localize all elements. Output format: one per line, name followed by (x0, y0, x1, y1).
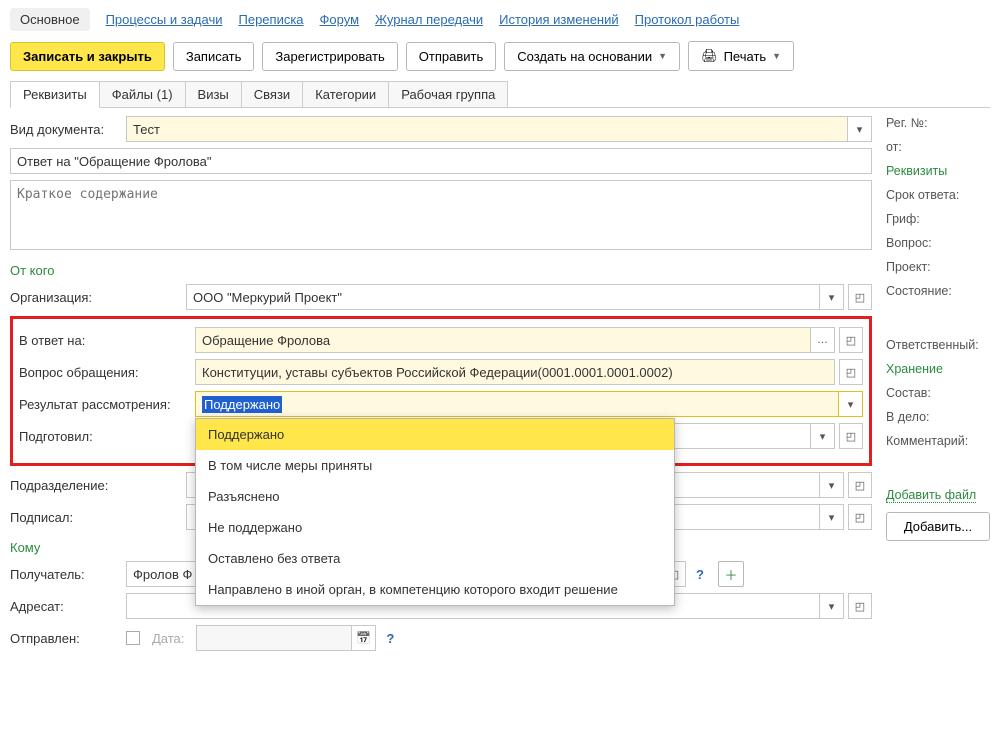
side-comment: Комментарий: (886, 434, 990, 448)
recipient-label: Получатель: (10, 567, 120, 582)
tab-categories[interactable]: Категории (302, 81, 389, 107)
question-label: Вопрос обращения: (19, 365, 189, 380)
side-grif: Гриф: (886, 212, 990, 226)
prepared-label: Подготовил: (19, 429, 189, 444)
nav-forum[interactable]: Форум (320, 12, 360, 27)
recipient-add-button[interactable]: ＋ (718, 561, 744, 587)
result-dropdown-icon[interactable]: ▾ (839, 391, 863, 417)
side-state: Состояние: (886, 284, 990, 298)
doc-type-label: Вид документа: (10, 122, 120, 137)
dropdown-option[interactable]: Поддержано (196, 419, 674, 450)
dropdown-option[interactable]: Оставлено без ответа (196, 543, 674, 574)
chevron-down-icon: ▼ (658, 51, 667, 61)
create-based-button[interactable]: Создать на основании▼ (504, 42, 680, 71)
tabs: Реквизиты Файлы (1) Визы Связи Категории… (10, 81, 990, 108)
nav-processes[interactable]: Процессы и задачи (106, 12, 223, 27)
reply-to-ellipsis-icon[interactable]: … (811, 327, 835, 353)
from-section-title: От кого (10, 263, 872, 278)
addressee-label: Адресат: (10, 599, 120, 614)
toolbar: Записать и закрыть Записать Зарегистриро… (10, 41, 990, 71)
summary-textarea[interactable] (10, 180, 872, 250)
side-reg-no: Рег. №: (886, 116, 990, 130)
save-close-button[interactable]: Записать и закрыть (10, 42, 165, 71)
side-responsible: Ответственный: (886, 338, 990, 352)
nav-correspondence[interactable]: Переписка (239, 12, 304, 27)
addressee-dropdown-icon[interactable]: ▾ (820, 593, 844, 619)
signed-label: Подписал: (10, 510, 180, 525)
dropdown-option[interactable]: Разъяснено (196, 481, 674, 512)
top-nav: Основное Процессы и задачи Переписка Фор… (10, 8, 990, 31)
tab-details[interactable]: Реквизиты (10, 81, 100, 108)
date-label: Дата: (152, 631, 184, 646)
reply-to-input[interactable]: Обращение Фролова (195, 327, 811, 353)
org-label: Организация: (10, 290, 180, 305)
doc-type-input[interactable]: Тест (126, 116, 848, 142)
tab-links[interactable]: Связи (241, 81, 303, 107)
department-open-icon[interactable]: ◰ (848, 472, 872, 498)
send-button[interactable]: Отправить (406, 42, 496, 71)
org-dropdown-icon[interactable]: ▾ (820, 284, 844, 310)
register-button[interactable]: Зарегистрировать (262, 42, 397, 71)
side-from: от: (886, 140, 990, 154)
title-input[interactable]: Ответ на "Обращение Фролова" (10, 148, 872, 174)
date-help-icon[interactable]: ? (382, 631, 398, 646)
doc-type-dropdown-icon[interactable]: ▾ (848, 116, 872, 142)
reply-to-label: В ответ на: (19, 333, 189, 348)
nav-transfer-log[interactable]: Журнал передачи (375, 12, 483, 27)
question-open-icon[interactable]: ◰ (839, 359, 863, 385)
side-question: Вопрос: (886, 236, 990, 250)
result-dropdown: Поддержано В том числе меры приняты Разъ… (195, 418, 675, 606)
chevron-down-icon: ▼ (772, 51, 781, 61)
reply-to-open-icon[interactable]: ◰ (839, 327, 863, 353)
sent-label: Отправлен: (10, 631, 120, 646)
side-details-title: Реквизиты (886, 164, 990, 178)
prepared-dropdown-icon[interactable]: ▾ (811, 423, 835, 449)
print-button[interactable]: 🖨 Печать▼ (688, 41, 794, 71)
signed-dropdown-icon[interactable]: ▾ (820, 504, 844, 530)
side-composition: Состав: (886, 386, 990, 400)
calendar-icon[interactable] (352, 625, 376, 651)
nav-main[interactable]: Основное (10, 8, 90, 31)
tab-visas[interactable]: Визы (185, 81, 242, 107)
tab-files[interactable]: Файлы (1) (99, 81, 186, 107)
side-add-file-link[interactable]: Добавить файл (886, 488, 976, 503)
side-project: Проект: (886, 260, 990, 274)
sent-checkbox[interactable] (126, 631, 140, 645)
nav-protocol[interactable]: Протокол работы (635, 12, 740, 27)
tab-workgroup[interactable]: Рабочая группа (388, 81, 508, 107)
question-input[interactable]: Конституции, уставы субъектов Российской… (195, 359, 835, 385)
signed-open-icon[interactable]: ◰ (848, 504, 872, 530)
department-label: Подразделение: (10, 478, 180, 493)
result-input[interactable]: Поддержано (195, 391, 839, 417)
recipient-help-icon[interactable]: ? (692, 567, 708, 582)
result-label: Результат рассмотрения: (19, 397, 189, 412)
save-button[interactable]: Записать (173, 42, 255, 71)
org-input[interactable]: ООО "Меркурий Проект" (186, 284, 820, 310)
date-input[interactable] (196, 625, 352, 651)
side-add-button[interactable]: Добавить... (886, 512, 990, 541)
side-panel: Рег. №: от: Реквизиты Срок ответа: Гриф:… (872, 116, 990, 657)
highlighted-block: В ответ на: Обращение Фролова … ◰ Вопрос… (10, 316, 872, 466)
side-to-case: В дело: (886, 410, 990, 424)
addressee-open-icon[interactable]: ◰ (848, 593, 872, 619)
dropdown-option[interactable]: Направлено в иной орган, в компетенцию к… (196, 574, 674, 605)
printer-icon: 🖨 (701, 48, 718, 64)
dropdown-option[interactable]: В том числе меры приняты (196, 450, 674, 481)
org-open-icon[interactable]: ◰ (848, 284, 872, 310)
side-storage-title: Хранение (886, 362, 990, 376)
prepared-open-icon[interactable]: ◰ (839, 423, 863, 449)
nav-history[interactable]: История изменений (499, 12, 619, 27)
side-reply-due: Срок ответа: (886, 188, 990, 202)
dropdown-option[interactable]: Не поддержано (196, 512, 674, 543)
department-dropdown-icon[interactable]: ▾ (820, 472, 844, 498)
